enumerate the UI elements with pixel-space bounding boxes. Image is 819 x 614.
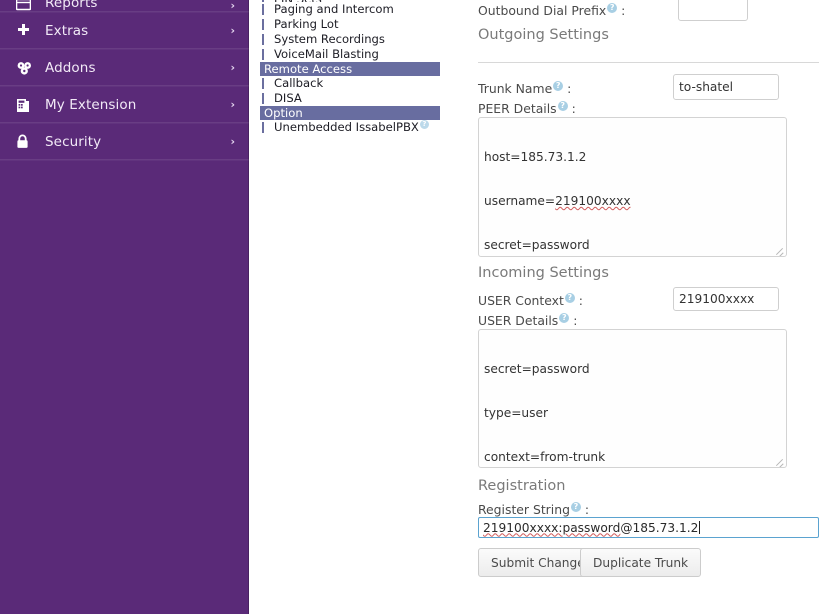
- menu-item-unembedded-issabelpbx[interactable]: Unembedded IssabelPBX?: [260, 120, 440, 135]
- help-icon[interactable]: ?: [564, 293, 575, 303]
- menu-header-label: Remote Access: [264, 62, 353, 76]
- register-string-label: Register String? :: [478, 502, 590, 518]
- user-line: type=user: [484, 405, 549, 420]
- duplicate-trunk-button[interactable]: Duplicate Trunk: [580, 548, 702, 577]
- sidebar-item-label: My Extension: [45, 96, 137, 113]
- trunk-name-input[interactable]: [673, 74, 779, 100]
- peer-line: secret=password: [484, 237, 590, 252]
- sidebar-item-extras[interactable]: Extras ›: [0, 12, 249, 49]
- trunk-name-label: Trunk Name? :: [478, 81, 572, 97]
- registration-title: Registration: [478, 478, 566, 494]
- menu-item-paging-and-intercom[interactable]: Paging and Intercom: [260, 2, 440, 17]
- help-icon[interactable]: ?: [559, 313, 570, 323]
- bullet-icon: [262, 19, 264, 30]
- menu-item-system-recordings[interactable]: System Recordings: [260, 32, 440, 47]
- bullet-icon: [262, 4, 264, 15]
- menu-item-label: Unembedded IssabelPBX: [274, 120, 419, 134]
- left-sidebar: Reports › Extras › Addons › My Extension…: [0, 0, 249, 614]
- outbound-dial-prefix-label: Outbound Dial Prefix? :: [478, 3, 626, 19]
- peer-line: username=219100xxxx: [484, 193, 631, 208]
- menu-item-label: DISA: [274, 91, 302, 105]
- label-text: PEER Details: [478, 101, 557, 117]
- sidebar-item-label: Reports: [45, 0, 98, 11]
- bullet-icon: [262, 93, 264, 104]
- menu-item-parking-lot[interactable]: Parking Lot: [260, 17, 440, 32]
- user-line: secret=password: [484, 362, 590, 377]
- peer-details-textarea[interactable]: host=185.73.1.2 username=219100xxxx secr…: [478, 117, 787, 257]
- bullet-icon: [262, 49, 264, 60]
- help-icon[interactable]: ?: [570, 502, 581, 512]
- peer-line: host=185.73.1.2: [484, 150, 587, 165]
- menu-header-label: Option: [264, 106, 303, 120]
- register-string-input[interactable]: 219100xxxx:password@185.73.1.2: [478, 517, 819, 538]
- outgoing-settings-title: Outgoing Settings: [478, 27, 609, 43]
- label-text: Outbound Dial Prefix: [478, 3, 607, 19]
- menu-item-label: VoiceMail Blasting: [274, 47, 379, 61]
- sidebar-empty-area: [0, 166, 249, 614]
- menu-item-label: System Recordings: [274, 32, 385, 46]
- menu-item-label: Paging and Intercom: [274, 2, 394, 16]
- menu-header-remote-access: Remote Access: [260, 62, 440, 76]
- chevron-right-icon: ›: [230, 61, 235, 74]
- label-text: Register String: [478, 502, 570, 518]
- page-root: Reports › Extras › Addons › My Extension…: [0, 0, 819, 614]
- menu-item-voicemail-blasting[interactable]: VoiceMail Blasting: [260, 47, 440, 62]
- puzzle-icon: [16, 61, 38, 75]
- user-context-input[interactable]: [673, 287, 779, 311]
- sidebar-item-reports[interactable]: Reports ›: [0, 0, 249, 12]
- chevron-right-icon: ›: [230, 98, 235, 111]
- incoming-settings-title: Incoming Settings: [478, 265, 609, 281]
- secondary-menu: PIN Sets Paging and Intercom Parking Lot…: [260, 0, 440, 135]
- label-text: USER Context: [478, 293, 564, 309]
- label-text: USER Details: [478, 313, 559, 329]
- menu-item-disa[interactable]: DISA: [260, 91, 440, 106]
- text-caret: [699, 521, 701, 534]
- chevron-right-icon: ›: [230, 135, 235, 148]
- plus-icon: [16, 23, 38, 38]
- sidebar-divider: [248, 0, 249, 614]
- user-context-label: USER Context? :: [478, 293, 583, 309]
- user-details-label: USER Details? :: [478, 313, 578, 329]
- bullet-icon: [262, 122, 264, 133]
- outbound-dial-prefix-input[interactable]: [678, 0, 748, 21]
- sidebar-item-security[interactable]: Security ›: [0, 123, 249, 160]
- help-icon[interactable]: ?: [557, 101, 568, 111]
- building-icon: [16, 97, 38, 113]
- bullet-icon: [262, 78, 264, 89]
- menu-item-label: Parking Lot: [274, 17, 339, 31]
- sidebar-item-label: Addons: [45, 59, 96, 76]
- lock-icon: [16, 134, 38, 149]
- chevron-right-icon: ›: [230, 24, 235, 37]
- trunk-settings-form: Outbound Dial Prefix? : Outgoing Setting…: [470, 0, 819, 614]
- bullet-icon: [262, 34, 264, 45]
- sidebar-item-addons[interactable]: Addons ›: [0, 49, 249, 86]
- sidebar-item-my-extension[interactable]: My Extension ›: [0, 86, 249, 123]
- menu-item-callback[interactable]: Callback: [260, 76, 440, 91]
- menu-item-label: Callback: [274, 76, 324, 90]
- user-line: context=from-trunk: [484, 449, 606, 464]
- sidebar-item-label: Security: [45, 133, 102, 150]
- register-string-value: 219100xxxx:password@185.73.1.2: [483, 520, 699, 535]
- sidebar-item-label: Extras: [45, 22, 89, 39]
- reports-icon: [16, 0, 38, 11]
- menu-header-option: Option: [260, 106, 440, 120]
- help-icon[interactable]: ?: [553, 81, 564, 91]
- user-details-textarea[interactable]: secret=password type=user context=from-t…: [478, 329, 787, 468]
- help-icon[interactable]: ?: [419, 120, 429, 130]
- outgoing-settings-divider: [478, 62, 819, 63]
- help-icon[interactable]: ?: [607, 3, 618, 13]
- peer-details-label: PEER Details? :: [478, 101, 576, 117]
- chevron-right-icon: ›: [230, 0, 235, 12]
- label-text: Trunk Name: [478, 81, 553, 97]
